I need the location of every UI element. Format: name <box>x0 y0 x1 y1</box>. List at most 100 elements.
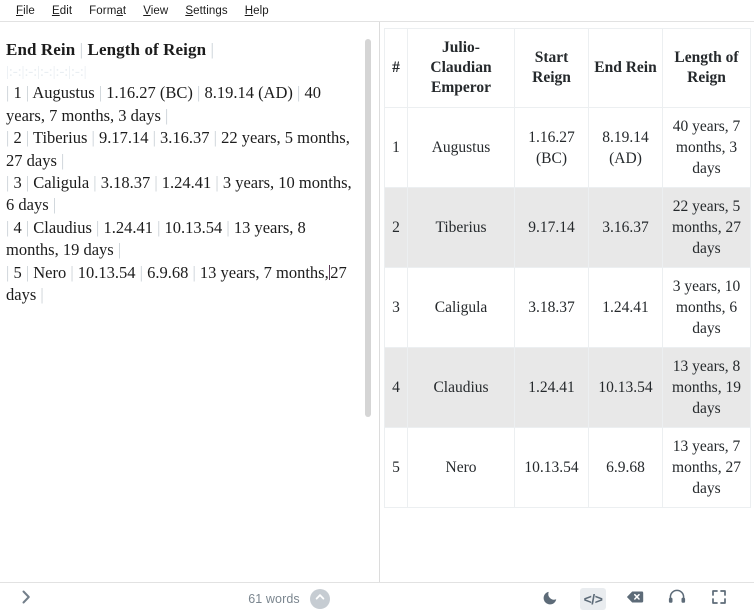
cell-start: 1.24.41 <box>514 347 589 428</box>
editor-pipe: | <box>6 128 10 148</box>
col-header-emperor: Julio-Claudian Emperor <box>407 28 515 108</box>
editor-r4-end: 10.13.54 <box>164 217 223 237</box>
split-view: End Rein | Length of Reign | |:-:|:-:|:-… <box>0 22 754 582</box>
cell-emperor: Tiberius <box>407 187 515 268</box>
table-row: 3 Caligula 3.18.37 1.24.41 3 years, 10 m… <box>384 267 751 348</box>
menu-edit[interactable]: Edit <box>44 3 81 19</box>
status-bar: 61 words </> <box>0 582 754 615</box>
editor-pipe: | <box>6 173 10 193</box>
editor-r3-name: Caligula <box>33 173 90 193</box>
editor-line-header: End Rein | Length of Reign | <box>6 39 357 61</box>
editor-pipe: | <box>25 217 30 237</box>
col-header-length: Length of Reign <box>662 28 751 108</box>
menu-edit-accel: E <box>51 4 60 17</box>
editor-r5-end: 6.9.68 <box>147 262 189 282</box>
editor-r2-name: Tiberius <box>32 128 88 148</box>
menu-bar: File Edit Format View Settings Help <box>0 0 754 22</box>
cell-emperor: Caligula <box>407 267 515 348</box>
menu-format[interactable]: Format <box>81 3 135 19</box>
menu-edit-post: dit <box>59 4 73 17</box>
editor-r2-num: 2 <box>13 128 22 148</box>
menu-help[interactable]: Help <box>237 3 278 19</box>
editor-r5-length-before: 13 years, 7 months, <box>199 262 329 282</box>
markdown-source-editor[interactable]: End Rein | Length of Reign | |:-:|:-:|:-… <box>0 22 380 582</box>
cell-end: 3.16.37 <box>588 187 663 268</box>
menu-settings[interactable]: Settings <box>177 3 236 19</box>
source-code-toggle[interactable]: </> <box>580 588 606 610</box>
scroll-to-top-button[interactable] <box>309 589 330 609</box>
editor-r4-start: 1.24.41 <box>103 217 153 237</box>
dark-mode-toggle[interactable] <box>538 588 564 610</box>
cell-number: 5 <box>384 427 408 508</box>
editor-scrollbar[interactable] <box>363 22 373 582</box>
chevron-up-circle-icon <box>314 590 326 608</box>
menu-file-post: ile <box>23 4 35 17</box>
editor-pipe: | <box>79 40 84 59</box>
cell-length: 13 years, 7 months, 27 days <box>662 427 751 508</box>
moon-icon <box>543 589 559 610</box>
editor-pipe: | <box>25 128 30 148</box>
word-count-label: 61 words <box>248 592 300 606</box>
editor-pipe: | <box>98 83 103 103</box>
cell-start: 9.17.14 <box>514 187 589 268</box>
cell-length: 3 years, 10 months, 6 days <box>662 267 751 348</box>
read-aloud-button[interactable] <box>664 588 690 610</box>
preview-table-body: 1 Augustus 1.16.27 (BC) 8.19.14 (AD) 40 … <box>384 107 751 508</box>
fullscreen-button[interactable] <box>706 588 732 610</box>
source-code-icon: </> <box>583 591 603 607</box>
table-row: 5 Nero 10.13.54 6.9.68 13 years, 7 month… <box>384 427 751 508</box>
editor-pipe: | <box>152 128 156 148</box>
cell-length: 40 years, 7 months, 3 days <box>662 107 751 188</box>
preview-table-head: # Julio-Claudian Emperor Start Reign End… <box>384 28 751 108</box>
editor-pipe: | <box>226 217 230 237</box>
backspace-icon <box>626 590 644 609</box>
editor-r4-num: 4 <box>13 217 22 237</box>
status-center-group: 61 words <box>52 589 538 609</box>
fullscreen-icon <box>711 589 727 610</box>
cell-number: 2 <box>384 187 408 268</box>
editor-r5-num: 5 <box>13 262 22 282</box>
col-header-start: Start Reign <box>514 28 589 108</box>
editor-pipe: | <box>93 173 97 193</box>
editor-pipe: | <box>213 128 217 148</box>
editor-pipe: | <box>165 105 169 125</box>
editor-pipe: | <box>192 262 196 282</box>
editor-pipe: | <box>91 128 95 148</box>
editor-r5-start: 10.13.54 <box>77 262 136 282</box>
editor-pipe: | <box>25 262 30 282</box>
editor-pipe: | <box>25 173 30 193</box>
editor-r3-start: 3.18.37 <box>100 173 151 193</box>
editor-r4-name: Claudius <box>33 217 92 237</box>
table-header-row: # Julio-Claudian Emperor Start Reign End… <box>384 28 751 108</box>
cell-end: 6.9.68 <box>588 427 663 508</box>
menu-settings-post: ettings <box>193 4 228 17</box>
menu-format-pre: Form <box>89 4 117 17</box>
editor-pipe: | <box>61 150 65 170</box>
editor-text-area[interactable]: End Rein | Length of Reign | |:-:|:-:|:-… <box>0 22 379 306</box>
editor-r1-num: 1 <box>13 83 22 103</box>
cell-length: 22 years, 5 months, 27 days <box>662 187 751 268</box>
editor-r3-num: 3 <box>13 173 22 193</box>
menu-help-accel: H <box>244 4 254 17</box>
editor-pipe: | <box>52 195 57 215</box>
editor-pipe: | <box>6 83 10 103</box>
table-row: 2 Tiberius 9.17.14 3.16.37 22 years, 5 m… <box>384 187 751 268</box>
editor-pipe: | <box>197 83 201 103</box>
cell-end: 8.19.14 (AD) <box>588 107 663 188</box>
table-row: 4 Claudius 1.24.41 10.13.54 13 years, 8 … <box>384 347 751 428</box>
editor-scrollbar-thumb[interactable] <box>365 39 371 417</box>
headphones-icon <box>668 589 686 609</box>
editor-pipe: | <box>117 240 122 260</box>
expand-sidebar-button[interactable] <box>0 589 52 610</box>
editor-pipe: | <box>6 217 10 237</box>
editor-pipe: | <box>210 40 215 59</box>
clear-text-button[interactable] <box>622 588 648 610</box>
menu-view[interactable]: View <box>135 3 177 19</box>
menu-file[interactable]: File <box>8 3 44 19</box>
table-row: 1 Augustus 1.16.27 (BC) 8.19.14 (AD) 40 … <box>384 107 751 188</box>
editor-line-row-4: | 4 | Claudius | 1.24.41 | 10.13.54 | 13… <box>6 217 357 262</box>
editor-r1-start: 1.16.27 (BC) <box>106 83 193 103</box>
editor-pipe: | <box>154 173 158 193</box>
cell-length: 13 years, 8 months, 19 days <box>662 347 751 428</box>
menu-settings-accel: S <box>185 4 194 17</box>
